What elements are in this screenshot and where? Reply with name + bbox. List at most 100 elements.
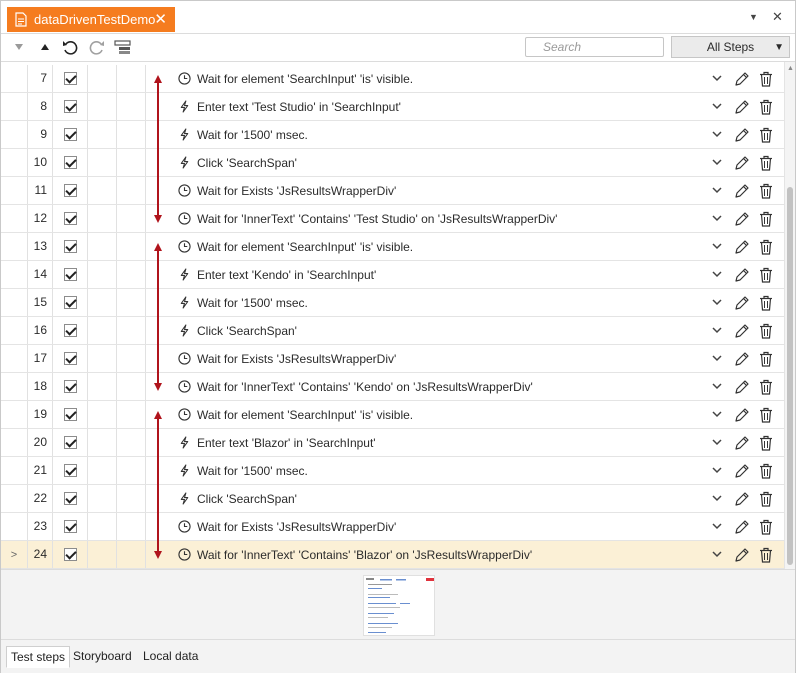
delete-trash-icon[interactable] bbox=[757, 238, 774, 255]
delete-trash-icon[interactable] bbox=[757, 210, 774, 227]
expand-step-chevron-icon[interactable] bbox=[708, 70, 725, 87]
edit-pencil-icon[interactable] bbox=[733, 266, 750, 283]
annotation-arrow-head-down bbox=[154, 383, 162, 391]
expand-step-chevron-icon[interactable] bbox=[708, 378, 725, 395]
step-description[interactable]: Enter text 'Kendo' in 'SearchInput' bbox=[177, 261, 376, 288]
step-description[interactable]: Wait for element 'SearchInput' 'is' visi… bbox=[177, 65, 413, 92]
expand-step-chevron-icon[interactable] bbox=[708, 210, 725, 227]
document-tab[interactable]: dataDrivenTestDemo ✕ bbox=[7, 7, 175, 32]
thumbnail-image bbox=[366, 578, 434, 633]
edit-pencil-icon[interactable] bbox=[733, 378, 750, 395]
move-up-icon[interactable] bbox=[36, 38, 54, 56]
step-description[interactable]: Wait for element 'SearchInput' 'is' visi… bbox=[177, 233, 413, 260]
expand-step-chevron-icon[interactable] bbox=[708, 126, 725, 143]
edit-pencil-icon[interactable] bbox=[733, 98, 750, 115]
delete-trash-icon[interactable] bbox=[757, 294, 774, 311]
step-text: Wait for Exists 'JsResultsWrapperDiv' bbox=[197, 351, 397, 366]
delete-trash-icon[interactable] bbox=[757, 266, 774, 283]
edit-pencil-icon[interactable] bbox=[733, 322, 750, 339]
bottom-tab-strip: Test steps Storyboard Local data bbox=[1, 639, 795, 673]
step-text: Wait for element 'SearchInput' 'is' visi… bbox=[197, 71, 414, 86]
delete-trash-icon[interactable] bbox=[757, 462, 774, 479]
expand-step-chevron-icon[interactable] bbox=[708, 406, 725, 423]
step-description[interactable]: Wait for 'InnerText' 'Contains' 'Test St… bbox=[177, 205, 557, 232]
expand-step-chevron-icon[interactable] bbox=[708, 490, 725, 507]
edit-pencil-icon[interactable] bbox=[733, 294, 750, 311]
step-text: Wait for element 'SearchInput' 'is' visi… bbox=[197, 407, 414, 422]
edit-pencil-icon[interactable] bbox=[733, 406, 750, 423]
tab-storyboard[interactable]: Storyboard bbox=[69, 646, 136, 666]
step-text: Wait for element 'SearchInput' 'is' visi… bbox=[197, 239, 414, 254]
edit-pencil-icon[interactable] bbox=[733, 126, 750, 143]
step-filter-dropdown[interactable]: All Steps ▼ bbox=[671, 36, 790, 58]
delete-trash-icon[interactable] bbox=[757, 378, 774, 395]
step-text: Wait for '1500' msec. bbox=[197, 463, 308, 478]
expand-step-chevron-icon[interactable] bbox=[708, 154, 725, 171]
page-thumbnail[interactable] bbox=[363, 575, 435, 636]
delete-trash-icon[interactable] bbox=[757, 98, 774, 115]
step-description[interactable]: Enter text 'Test Studio' in 'SearchInput… bbox=[177, 93, 401, 120]
expand-step-chevron-icon[interactable] bbox=[708, 182, 725, 199]
step-description[interactable]: Wait for Exists 'JsResultsWrapperDiv' bbox=[177, 345, 396, 372]
redo-icon[interactable] bbox=[88, 38, 106, 56]
close-tab-icon[interactable]: ✕ bbox=[154, 10, 167, 28]
step-text: Click 'SearchSpan' bbox=[197, 323, 297, 338]
annotation-arrow-head-up bbox=[154, 75, 162, 83]
step-text: Click 'SearchSpan' bbox=[197, 155, 297, 170]
expand-step-chevron-icon[interactable] bbox=[708, 434, 725, 451]
annotation-arrow-head-up bbox=[154, 411, 162, 419]
delete-trash-icon[interactable] bbox=[757, 434, 774, 451]
step-description[interactable]: Wait for Exists 'JsResultsWrapperDiv' bbox=[177, 513, 396, 540]
step-group-icon[interactable] bbox=[114, 38, 132, 56]
step-text: Wait for Exists 'JsResultsWrapperDiv' bbox=[197, 183, 397, 198]
step-description[interactable]: Wait for Exists 'JsResultsWrapperDiv' bbox=[177, 177, 396, 204]
delete-trash-icon[interactable] bbox=[757, 154, 774, 171]
title-bar: dataDrivenTestDemo ✕ ▼ ✕ bbox=[1, 1, 795, 34]
close-panel-icon[interactable]: ✕ bbox=[772, 9, 783, 25]
edit-pencil-icon[interactable] bbox=[733, 518, 750, 535]
expand-step-chevron-icon[interactable] bbox=[708, 238, 725, 255]
expand-step-chevron-icon[interactable] bbox=[708, 322, 725, 339]
expand-step-chevron-icon[interactable] bbox=[708, 462, 725, 479]
tab-local-data[interactable]: Local data bbox=[139, 646, 202, 666]
edit-pencil-icon[interactable] bbox=[733, 350, 750, 367]
delete-trash-icon[interactable] bbox=[757, 490, 774, 507]
step-text: Wait for 'InnerText' 'Contains' 'Kendo' … bbox=[197, 379, 533, 394]
edit-pencil-icon[interactable] bbox=[733, 434, 750, 451]
delete-trash-icon[interactable] bbox=[757, 350, 774, 367]
edit-pencil-icon[interactable] bbox=[733, 154, 750, 171]
expand-step-chevron-icon[interactable] bbox=[708, 518, 725, 535]
delete-trash-icon[interactable] bbox=[757, 126, 774, 143]
edit-pencil-icon[interactable] bbox=[733, 462, 750, 479]
expand-step-chevron-icon[interactable] bbox=[708, 294, 725, 311]
edit-pencil-icon[interactable] bbox=[733, 210, 750, 227]
undo-icon[interactable] bbox=[61, 38, 79, 56]
edit-pencil-icon[interactable] bbox=[733, 546, 750, 563]
delete-trash-icon[interactable] bbox=[757, 546, 774, 563]
delete-trash-icon[interactable] bbox=[757, 182, 774, 199]
edit-pencil-icon[interactable] bbox=[733, 238, 750, 255]
expand-step-chevron-icon[interactable] bbox=[708, 98, 725, 115]
tab-test-steps[interactable]: Test steps bbox=[6, 646, 71, 668]
panel-menu-icon[interactable]: ▼ bbox=[749, 12, 758, 22]
edit-pencil-icon[interactable] bbox=[733, 490, 750, 507]
step-description[interactable]: Enter text 'Blazor' in 'SearchInput' bbox=[177, 429, 376, 456]
vertical-scrollbar[interactable]: ▲ bbox=[784, 62, 795, 569]
edit-pencil-icon[interactable] bbox=[733, 70, 750, 87]
expand-step-chevron-icon[interactable] bbox=[708, 546, 725, 563]
delete-trash-icon[interactable] bbox=[757, 70, 774, 87]
edit-pencil-icon[interactable] bbox=[733, 182, 750, 199]
step-description[interactable]: Wait for 'InnerText' 'Contains' 'Blazor'… bbox=[177, 541, 532, 568]
delete-trash-icon[interactable] bbox=[757, 518, 774, 535]
step-description[interactable]: Wait for element 'SearchInput' 'is' visi… bbox=[177, 401, 413, 428]
move-down-icon[interactable] bbox=[10, 38, 28, 56]
delete-trash-icon[interactable] bbox=[757, 322, 774, 339]
expand-step-chevron-icon[interactable] bbox=[708, 266, 725, 283]
delete-trash-icon[interactable] bbox=[757, 406, 774, 423]
step-description[interactable]: Wait for 'InnerText' 'Contains' 'Kendo' … bbox=[177, 373, 533, 400]
annotation-arrow-head-down bbox=[154, 551, 162, 559]
scroll-up-icon[interactable]: ▲ bbox=[787, 65, 794, 72]
scrollbar-thumb[interactable] bbox=[787, 187, 793, 565]
search-input[interactable] bbox=[525, 37, 664, 57]
expand-step-chevron-icon[interactable] bbox=[708, 350, 725, 367]
